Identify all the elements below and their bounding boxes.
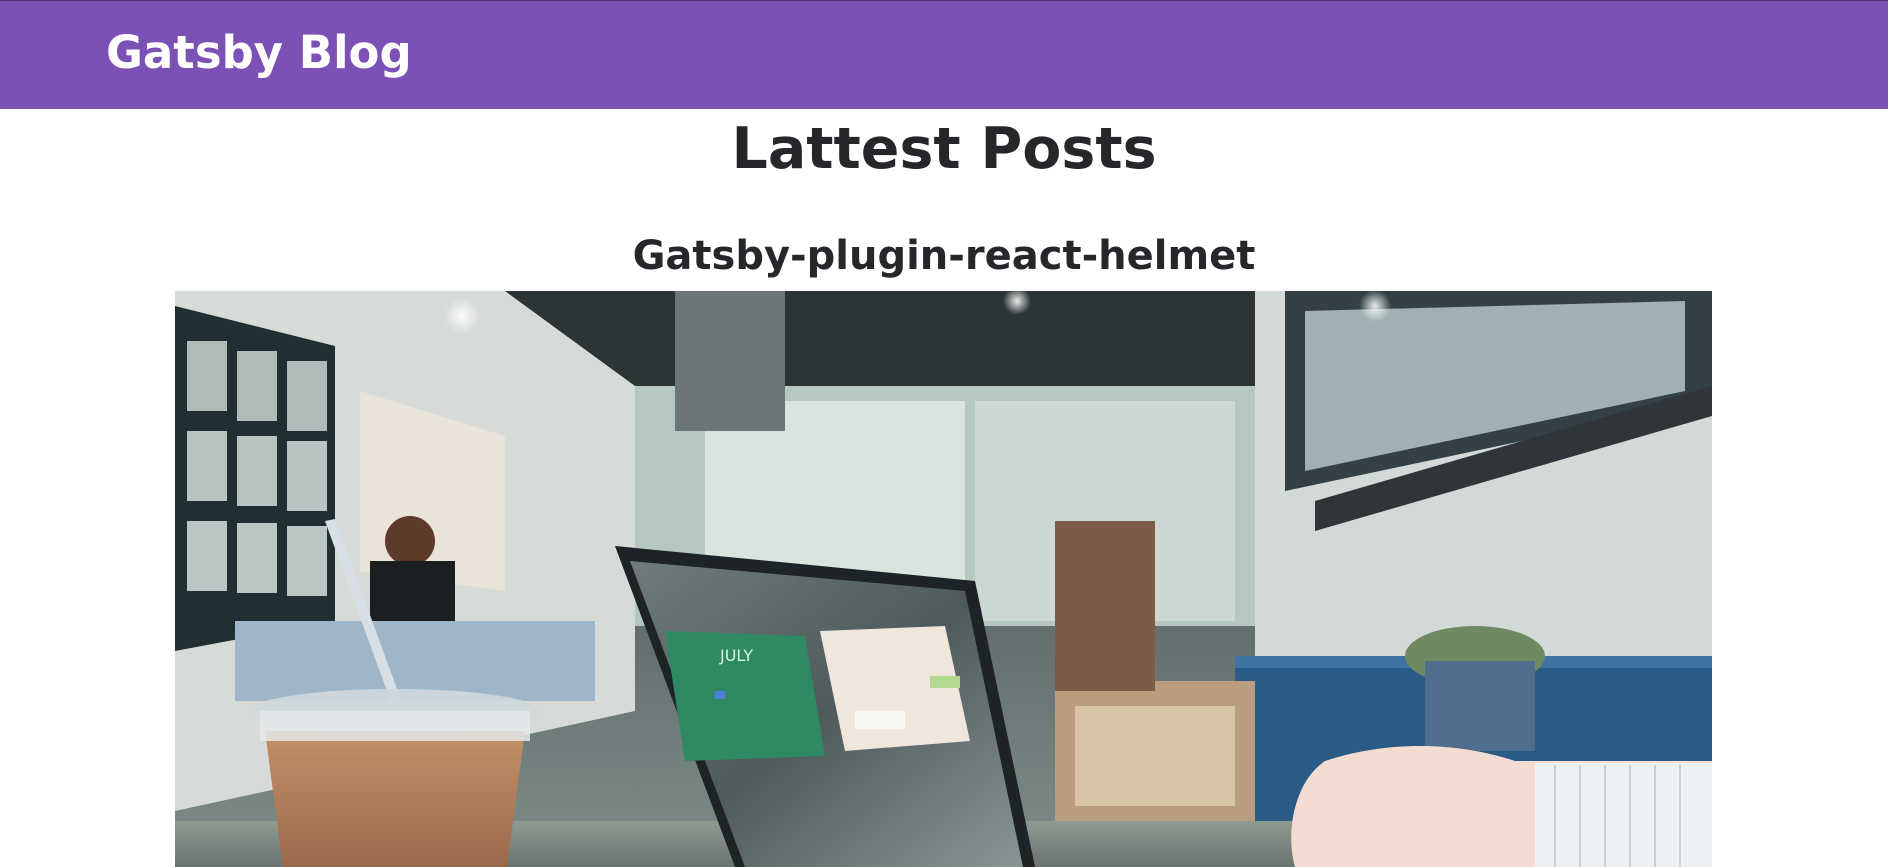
svg-text:JULY: JULY <box>719 646 753 665</box>
post-cover-image[interactable]: JULY <box>175 291 1712 867</box>
site-brand-link[interactable]: Gatsby Blog <box>106 23 412 83</box>
page-title: Lattest Posts <box>731 116 1157 182</box>
top-navbar: Gatsby Blog <box>0 0 1888 109</box>
post-title[interactable]: Gatsby-plugin-react-helmet <box>0 228 1888 284</box>
